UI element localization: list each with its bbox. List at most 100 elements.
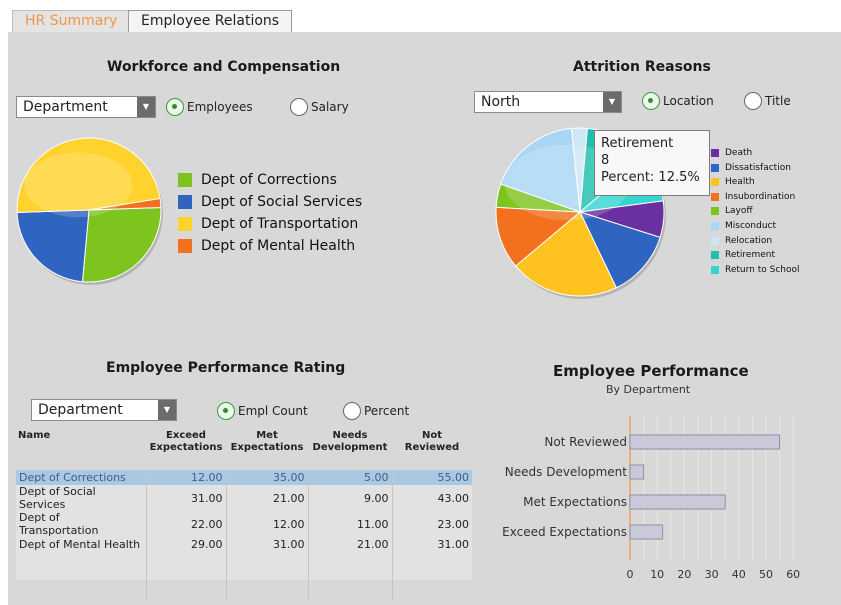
radio-selected-icon[interactable] xyxy=(166,98,184,116)
legend-label: Dept of Social Services xyxy=(201,194,363,210)
legend-label: Return to School xyxy=(725,264,800,275)
legend-label: Retirement xyxy=(725,250,775,261)
workforce-pie-chart[interactable] xyxy=(15,136,167,288)
category-label-met-expectations: Met Expectations xyxy=(523,495,627,509)
tab-hr-summary[interactable]: HR Summary xyxy=(12,10,131,32)
column-header-needs[interactable]: Needs Development xyxy=(308,430,392,470)
cell-exceed: 29.00 xyxy=(145,537,226,552)
table-row[interactable]: Dept of Transportation 22.00 12.00 11.00… xyxy=(16,511,472,537)
table-header-row: Name Exceed Expectations Met Expectations … xyxy=(16,430,472,470)
radio-title[interactable]: Title xyxy=(744,92,791,110)
column-header-exceed[interactable]: Exceed Expectations xyxy=(146,430,226,470)
table-row[interactable]: Dept of Mental Health 29.00 31.00 21.00 … xyxy=(16,537,472,552)
radio-unselected-icon[interactable] xyxy=(744,92,762,110)
chevron-down-icon[interactable]: ▼ xyxy=(137,97,155,117)
radio-percent[interactable]: Percent xyxy=(343,402,409,420)
performance-rating-title: Employee Performance Rating xyxy=(106,360,346,376)
bar-needs-development[interactable] xyxy=(629,464,645,480)
legend-label: Dept of Corrections xyxy=(201,172,337,188)
bar-met-expectations[interactable] xyxy=(629,494,726,510)
cell-needs: 5.00 xyxy=(307,470,392,485)
workforce-dropdown[interactable]: Department ▼ xyxy=(16,96,156,118)
tooltip-label: Retirement xyxy=(601,136,674,151)
radio-title-label: Title xyxy=(765,94,791,108)
legend-label: Dept of Mental Health xyxy=(201,238,356,254)
legend-swatch xyxy=(711,163,719,172)
legend-swatch xyxy=(711,178,719,187)
legend-swatch xyxy=(178,195,192,209)
workforce-title: Workforce and Compensation xyxy=(107,59,341,75)
tab-employee-relations[interactable]: Employee Relations xyxy=(128,10,293,32)
cell-name: Dept of Corrections xyxy=(16,470,146,485)
legend-item-misconduct: Misconduct xyxy=(711,221,776,231)
chevron-down-icon[interactable]: ▼ xyxy=(603,92,621,112)
category-label-needs-development: Needs Development xyxy=(505,465,628,479)
app-window: HR Summary Employee Relations Workforce … xyxy=(0,0,841,605)
table-row[interactable]: Dept of Corrections 12.00 35.00 5.00 55.… xyxy=(16,470,472,485)
radio-location[interactable]: Location xyxy=(642,92,714,110)
legend-swatch xyxy=(178,239,192,253)
legend-label: Misconduct xyxy=(725,221,777,231)
radio-employees[interactable]: Employees xyxy=(166,98,253,116)
attrition-tooltip: Retirement 8 Percent: 12.5% xyxy=(594,130,710,196)
radio-selected-icon[interactable] xyxy=(642,92,660,110)
category-label-exceed-expectations: Exceed Expectations xyxy=(502,525,627,539)
attrition-title: Attrition Reasons xyxy=(573,59,711,75)
x-tick-label: 60 xyxy=(786,568,800,581)
legend-item-layoff: Layoff xyxy=(711,206,753,216)
legend-item-insubordination: Insubordination xyxy=(711,192,795,202)
legend-item-relocation: Relocation xyxy=(711,236,772,246)
radio-empl-count[interactable]: Empl Count xyxy=(217,402,308,420)
table-row-empty xyxy=(16,584,472,600)
tab-bar: HR Summary Employee Relations xyxy=(0,0,841,32)
workforce-dropdown-value: Department xyxy=(23,99,108,115)
legend-label: Relocation xyxy=(725,235,773,246)
cell-needs: 11.00 xyxy=(307,511,392,537)
legend-swatch xyxy=(711,222,719,230)
radio-salary[interactable]: Salary xyxy=(290,98,349,116)
x-tick-label: 40 xyxy=(732,568,746,581)
legend-item-dept-of-transportation: Dept of Transportation xyxy=(178,216,358,232)
legend-swatch xyxy=(711,251,719,260)
radio-unselected-icon[interactable] xyxy=(343,402,361,420)
column-header-met[interactable]: Met Expectations xyxy=(226,430,308,470)
employee-performance-bar-chart: Not Reviewed Needs Development Met Expecta… xyxy=(502,416,800,581)
attrition-dropdown[interactable]: North ▼ xyxy=(474,91,622,113)
table-row-empty xyxy=(16,552,472,568)
chevron-down-icon[interactable]: ▼ xyxy=(158,400,176,420)
cell-needs: 9.00 xyxy=(307,485,392,511)
legend-item-death: Death xyxy=(711,148,752,158)
radio-selected-icon[interactable] xyxy=(217,402,235,420)
cell-met: 35.00 xyxy=(225,470,308,485)
legend-item-retirement: Retirement xyxy=(711,250,775,260)
pie-slice-dept-of-corrections[interactable] xyxy=(81,206,162,283)
legend-label: Layoff xyxy=(725,206,753,217)
column-header-not-reviewed[interactable]: Not Reviewed xyxy=(392,430,472,470)
cell-not-reviewed: 23.00 xyxy=(391,511,472,537)
radio-employees-label: Employees xyxy=(187,100,253,114)
legend-swatch xyxy=(711,149,719,157)
bar-not-reviewed[interactable] xyxy=(629,434,781,450)
radio-location-label: Location xyxy=(663,94,714,108)
cell-not-reviewed: 31.00 xyxy=(391,537,472,552)
legend-swatch xyxy=(711,192,719,201)
bar-exceed-expectations[interactable] xyxy=(629,524,664,540)
cell-name: Dept of Mental Health xyxy=(19,538,141,551)
radio-salary-label: Salary xyxy=(311,100,349,114)
pie-slice-dept-of-social-services[interactable] xyxy=(16,209,90,283)
table-row[interactable]: Dept of Social Services 31.00 21.00 9.00… xyxy=(16,485,472,511)
legend-item-dept-of-social-services: Dept of Social Services xyxy=(178,194,362,210)
radio-percent-label: Percent xyxy=(364,404,410,418)
performance-dropdown-value: Department xyxy=(38,402,123,418)
x-tick-label: 20 xyxy=(677,568,691,581)
radio-unselected-icon[interactable] xyxy=(290,98,308,116)
x-tick-label: 30 xyxy=(705,568,719,581)
legend-label: Dept of Transportation xyxy=(201,216,359,232)
performance-dropdown[interactable]: Department ▼ xyxy=(31,399,177,421)
x-tick-label: 50 xyxy=(759,568,773,581)
attrition-dropdown-value: North xyxy=(481,94,521,110)
legend-swatch xyxy=(711,265,719,274)
legend-swatch xyxy=(711,207,719,216)
column-header-name[interactable]: Name xyxy=(16,430,146,470)
cell-met: 31.00 xyxy=(225,537,308,552)
